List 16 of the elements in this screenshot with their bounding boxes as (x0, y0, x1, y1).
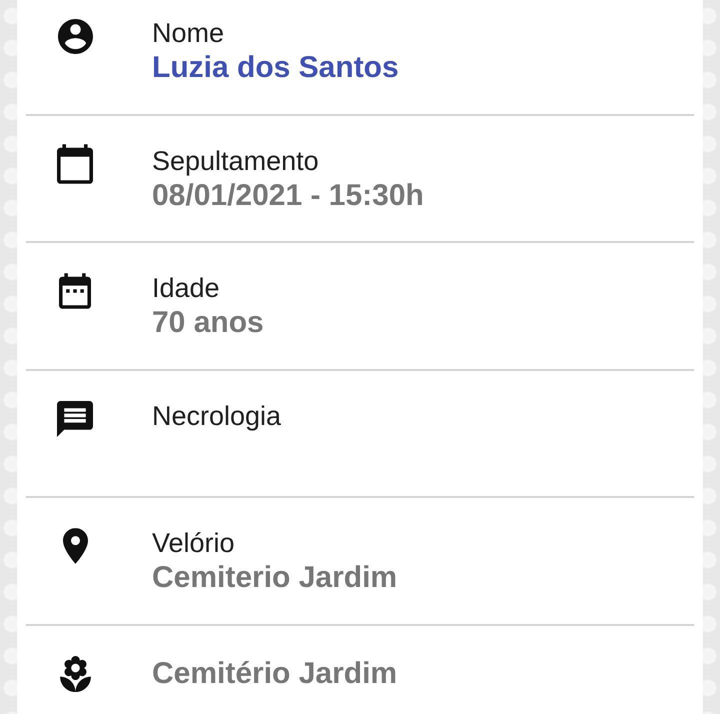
field-label: Idade (152, 272, 221, 305)
field-label: Nome (152, 17, 226, 50)
message-icon (57, 400, 93, 436)
field-label: Necrologia (152, 400, 282, 432)
field-label: Velório (152, 527, 236, 560)
field-value: Cemitério Jardim (152, 656, 398, 692)
person-icon (58, 18, 92, 54)
flower-icon (60, 656, 90, 692)
field-value: Luzia dos Santos (152, 50, 399, 86)
field-value: 08/01/2021 - 15:30h (152, 178, 424, 214)
map-pin-icon (62, 528, 88, 564)
field-label: Sepultamento (152, 144, 320, 178)
field-value: Cemiterio Jardim (152, 560, 398, 596)
field-value: 70 anos (152, 305, 264, 341)
calendar-icon (57, 144, 93, 184)
calendar-icon (59, 273, 91, 309)
